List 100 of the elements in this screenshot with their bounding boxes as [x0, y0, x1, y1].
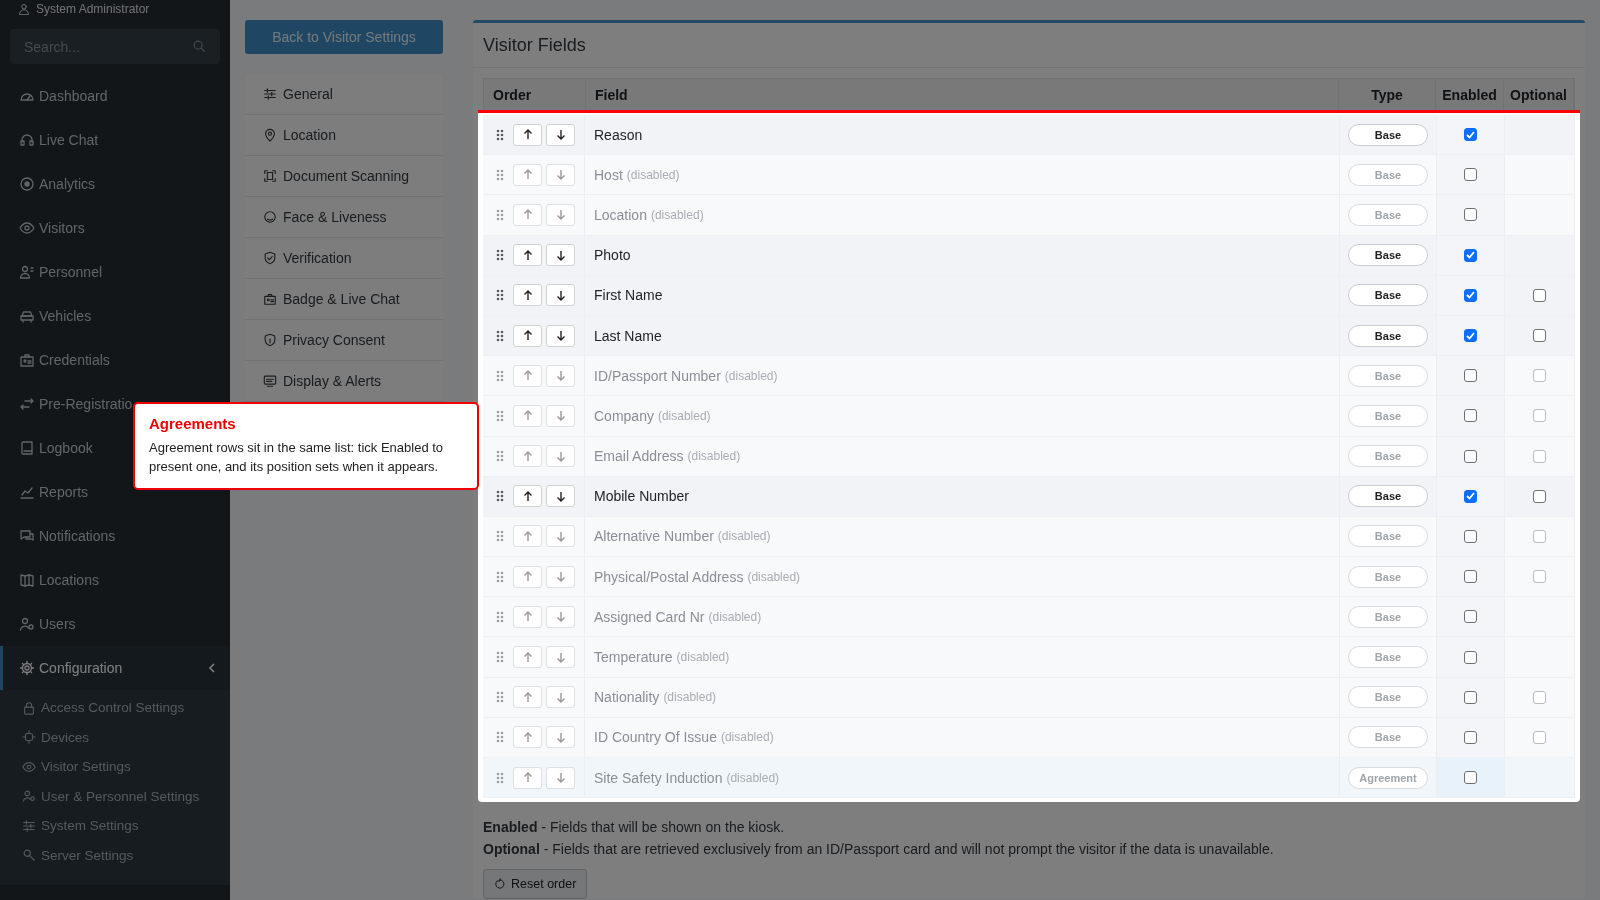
arrow-up-icon: [522, 651, 533, 663]
move-up-button[interactable]: [513, 485, 542, 508]
optional-checkbox[interactable]: [1533, 329, 1546, 343]
optional-checkbox[interactable]: [1533, 449, 1546, 463]
menu-item[interactable]: Face & Liveness: [245, 197, 443, 238]
drag-handle-icon[interactable]: [496, 691, 504, 704]
nav-subitem[interactable]: Server Settings: [0, 840, 230, 870]
type-tag: Base: [1348, 364, 1428, 387]
drag-handle-icon[interactable]: [496, 128, 504, 141]
move-up-button[interactable]: [513, 284, 542, 307]
drag-handle-icon[interactable]: [496, 731, 504, 744]
eye-icon: [22, 759, 36, 774]
drag-handle-icon[interactable]: [496, 570, 504, 583]
enabled-checkbox[interactable]: [1464, 529, 1477, 543]
field-name: Alternative Number: [594, 528, 714, 545]
enabled-checkbox[interactable]: [1464, 690, 1477, 704]
reset-button[interactable]: Reset order: [483, 869, 588, 900]
enabled-checkbox[interactable]: [1464, 168, 1477, 182]
arrow-down-icon: [555, 209, 566, 221]
nav-item[interactable]: Dashboard: [0, 74, 230, 118]
optional-checkbox[interactable]: [1533, 529, 1546, 543]
type-tag: Base: [1348, 485, 1428, 508]
disabled-note: (disabled): [657, 408, 711, 423]
menu-item[interactable]: Badge & Live Chat: [245, 279, 443, 320]
drag-handle-icon[interactable]: [496, 610, 504, 623]
enabled-checkbox[interactable]: [1464, 610, 1477, 624]
enabled-checkbox[interactable]: [1464, 208, 1477, 222]
drag-handle-icon[interactable]: [496, 490, 504, 503]
field-name: Mobile Number: [594, 488, 689, 505]
menu-item[interactable]: Document Scanning: [245, 156, 443, 197]
optional-checkbox[interactable]: [1533, 730, 1546, 744]
drag-handle-icon[interactable]: [496, 329, 504, 342]
arrow-up-icon: [522, 129, 533, 141]
menu-item[interactable]: Location: [245, 115, 443, 156]
type-tag: Base: [1348, 404, 1428, 427]
enabled-checkbox[interactable]: [1464, 409, 1477, 423]
nav-item[interactable]: Credentials: [0, 338, 230, 382]
back-button[interactable]: Back to Visitor Settings: [245, 20, 443, 54]
drag-handle-icon[interactable]: [496, 530, 504, 543]
nav-item[interactable]: Visitors: [0, 206, 230, 250]
user-name: System Administrator: [36, 2, 150, 16]
move-up-button[interactable]: [513, 244, 542, 267]
enabled-checkbox[interactable]: [1464, 730, 1477, 744]
nav-item[interactable]: Analytics: [0, 162, 230, 206]
nav-subitem[interactable]: Visitor Settings: [0, 752, 230, 782]
enabled-checkbox[interactable]: [1464, 288, 1477, 302]
nav-item[interactable]: Personnel: [0, 250, 230, 294]
field-name: Physical/Postal Address: [594, 568, 744, 585]
nav-subitem[interactable]: System Settings: [0, 811, 230, 841]
optional-checkbox[interactable]: [1533, 409, 1546, 423]
optional-checkbox[interactable]: [1533, 489, 1546, 503]
drag-handle-icon[interactable]: [496, 289, 504, 302]
arrow-up-icon: [522, 410, 533, 422]
arrow-down-icon: [555, 571, 566, 583]
nav-subitem[interactable]: Devices: [0, 722, 230, 752]
move-down-button[interactable]: [546, 244, 575, 267]
nav-subitem[interactable]: Access Control Settings: [0, 693, 230, 723]
optional-checkbox[interactable]: [1533, 690, 1546, 704]
menu-item[interactable]: General: [245, 74, 443, 115]
move-down-button[interactable]: [546, 284, 575, 307]
enabled-checkbox[interactable]: [1464, 771, 1477, 785]
move-down-button[interactable]: [546, 123, 575, 146]
enabled-checkbox[interactable]: [1464, 570, 1477, 584]
type-tag: Base: [1348, 445, 1428, 468]
optional-checkbox[interactable]: [1533, 288, 1546, 302]
enabled-checkbox[interactable]: [1464, 369, 1477, 383]
drag-handle-icon[interactable]: [496, 771, 504, 784]
arrow-down-icon: [555, 129, 566, 141]
drag-handle-icon[interactable]: [496, 409, 504, 422]
drag-handle-icon[interactable]: [496, 450, 504, 463]
nav-item[interactable]: Live Chat: [0, 118, 230, 162]
nav-item[interactable]: Notifications: [0, 514, 230, 558]
drag-handle-icon[interactable]: [496, 249, 504, 262]
field-name: Site Safety Induction: [594, 769, 723, 786]
menu-item[interactable]: Privacy Consent: [245, 320, 443, 361]
enabled-checkbox[interactable]: [1464, 329, 1477, 343]
enabled-checkbox[interactable]: [1464, 489, 1477, 503]
move-down-button[interactable]: [546, 324, 575, 347]
move-up-button[interactable]: [513, 123, 542, 146]
enabled-checkbox[interactable]: [1464, 248, 1477, 262]
drag-handle-icon[interactable]: [496, 651, 504, 664]
enabled-checkbox[interactable]: [1464, 449, 1477, 463]
nav-item[interactable]: Configuration: [0, 646, 230, 690]
enabled-checkbox[interactable]: [1464, 128, 1477, 142]
enabled-checkbox[interactable]: [1464, 650, 1477, 664]
drag-handle-icon[interactable]: [496, 369, 504, 382]
pin-icon: [263, 128, 277, 142]
drag-handle-icon[interactable]: [496, 168, 504, 181]
drag-handle-icon[interactable]: [496, 208, 504, 221]
nav-subitem[interactable]: User & Personnel Settings: [0, 781, 230, 811]
nav-item[interactable]: Users: [0, 602, 230, 646]
optional-checkbox[interactable]: [1533, 570, 1546, 584]
nav-item[interactable]: Locations: [0, 558, 230, 602]
nav-item[interactable]: Vehicles: [0, 294, 230, 338]
move-down-button[interactable]: [546, 485, 575, 508]
optional-checkbox[interactable]: [1533, 369, 1546, 383]
arrow-up-icon: [522, 370, 533, 382]
move-up-button[interactable]: [513, 324, 542, 347]
menu-item[interactable]: Verification: [245, 238, 443, 279]
arrow-up-icon: [522, 330, 533, 342]
